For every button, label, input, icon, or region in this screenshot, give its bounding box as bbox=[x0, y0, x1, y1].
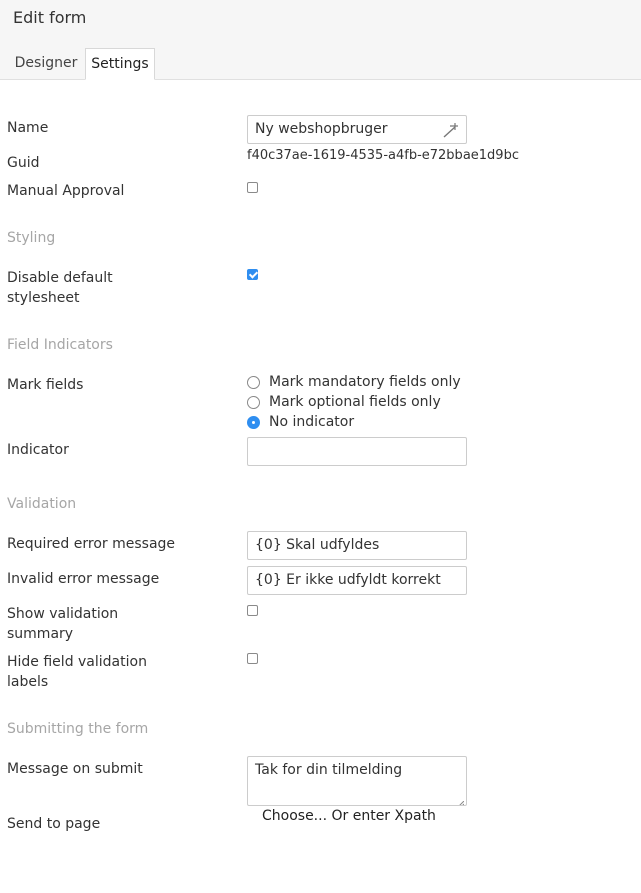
section-title-submitting: Submitting the form bbox=[7, 721, 149, 737]
guid-value: f40c37ae-1619-4535-a4fb-e72bbae1d9bc bbox=[247, 148, 519, 163]
manual-approval-label: Manual Approval bbox=[7, 183, 125, 199]
indicator-input[interactable] bbox=[247, 437, 467, 466]
show-summary-checkbox[interactable] bbox=[247, 605, 258, 616]
radio-label: Mark mandatory fields only bbox=[269, 374, 461, 390]
show-summary-label-line2: summary bbox=[7, 626, 74, 642]
textarea-value: Tak for din tilmelding bbox=[255, 762, 403, 778]
show-summary-label-line1: Show validation bbox=[7, 606, 119, 622]
section-title-field-indicators: Field Indicators bbox=[7, 337, 113, 353]
disable-stylesheet-label-line1: Disable default bbox=[7, 270, 113, 286]
name-label: Name bbox=[7, 120, 49, 136]
radio-button[interactable] bbox=[247, 396, 260, 409]
hide-labels-label-line2: labels bbox=[7, 674, 49, 690]
required-error-label: Required error message bbox=[7, 536, 176, 552]
disable-stylesheet-label-line2: stylesheet bbox=[7, 290, 80, 306]
invalid-error-input[interactable]: {0} Er ikke udfyldt korrekt bbox=[247, 566, 467, 595]
editor-header: Edit form Designer Settings bbox=[0, 0, 641, 80]
message-on-submit-textarea[interactable]: Tak for din tilmelding bbox=[247, 756, 467, 806]
resize-handle-icon[interactable] bbox=[457, 796, 465, 805]
tab-designer[interactable]: Designer bbox=[8, 48, 84, 79]
disable-stylesheet-checkbox[interactable] bbox=[247, 269, 258, 280]
name-input-value: Ny webshopbruger bbox=[255, 121, 388, 137]
mark-fields-label: Mark fields bbox=[7, 377, 84, 393]
choose-page-link[interactable]: Choose... Or enter Xpath bbox=[262, 808, 436, 824]
guid-label: Guid bbox=[7, 155, 40, 171]
hide-labels-label-line1: Hide field validation bbox=[7, 654, 147, 670]
radio-button[interactable] bbox=[247, 416, 260, 429]
invalid-error-label: Invalid error message bbox=[7, 571, 160, 587]
message-on-submit-label: Message on submit bbox=[7, 761, 143, 777]
radio-label: No indicator bbox=[269, 414, 355, 430]
manual-approval-checkbox[interactable] bbox=[247, 182, 258, 193]
section-title-styling: Styling bbox=[7, 230, 56, 246]
required-error-input[interactable]: {0} Skal udfyldes bbox=[247, 531, 467, 560]
radio-button[interactable] bbox=[247, 376, 260, 389]
name-input[interactable]: Ny webshopbruger bbox=[247, 115, 467, 144]
hide-labels-checkbox[interactable] bbox=[247, 653, 258, 664]
radio-label: Mark optional fields only bbox=[269, 394, 441, 410]
magic-wand-icon[interactable] bbox=[442, 121, 460, 139]
section-title-validation: Validation bbox=[7, 496, 77, 512]
page-title: Edit form bbox=[13, 8, 87, 27]
tab-settings[interactable]: Settings bbox=[85, 48, 155, 80]
send-to-page-label: Send to page bbox=[7, 816, 101, 832]
indicator-label: Indicator bbox=[7, 442, 69, 458]
